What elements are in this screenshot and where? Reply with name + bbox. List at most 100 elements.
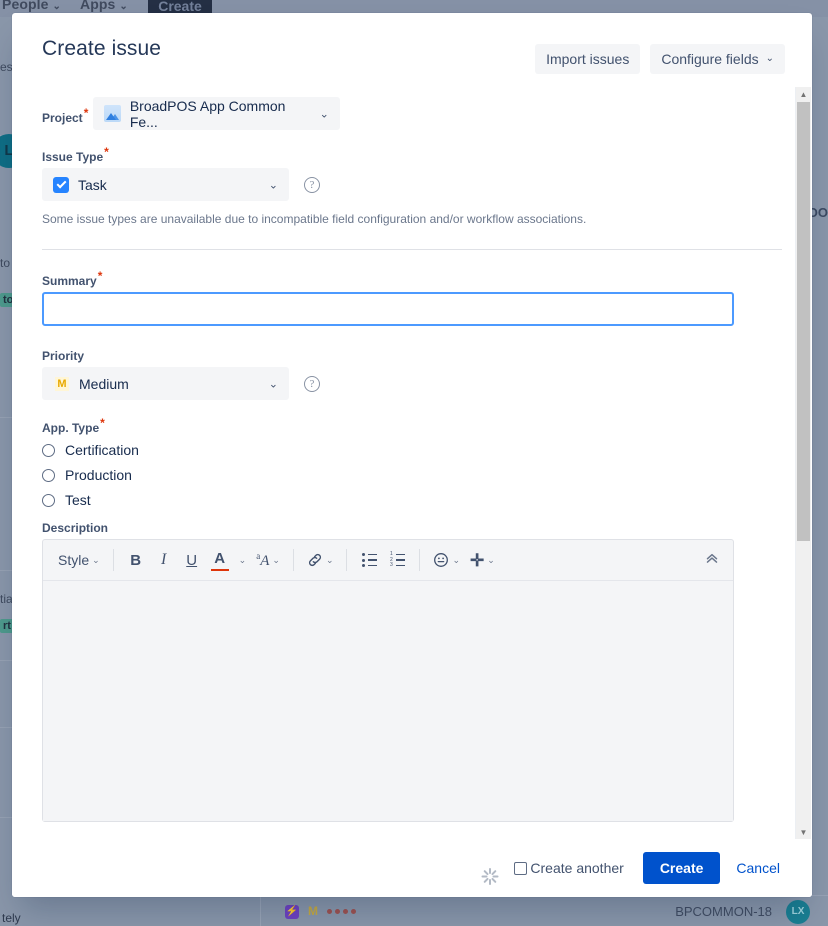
text-color-dropdown-caret[interactable]: ⌄ [235,547,251,573]
required-marker: * [83,106,89,120]
import-issues-button[interactable]: Import issues [535,44,641,74]
collapse-toolbar-button[interactable] [704,551,720,570]
scrollbar-down-arrow[interactable]: ▼ [796,825,811,839]
bullet-list-icon [361,553,377,567]
rte-toolbar: Style ⌄ B I U A ⌄ aA ⌄ ⌄ 1 2 3 ⌄ ✛ ⌄ [43,540,733,581]
chevron-down-icon: ⌄ [268,378,278,390]
scrollbar-thumb[interactable] [797,102,810,541]
issue-type-row: Task ⌄ ? [42,168,782,201]
project-select-wrap: BroadPOS App Common Fe... ⌄ [92,97,340,130]
bullet-list-button[interactable] [356,547,382,573]
description-textarea[interactable] [43,581,733,821]
style-dropdown-button[interactable]: Style ⌄ [54,547,104,573]
radio-icon[interactable] [42,468,55,482]
link-button[interactable]: ⌄ [303,547,338,573]
chevron-down-icon: ⌄ [452,554,461,565]
field-project: Project* BroadPOS App Common Fe... ⌄ [42,97,782,130]
chevron-down-icon: ⌄ [325,554,334,565]
required-marker: * [104,145,109,159]
avatar: LX [786,900,810,924]
chevron-down-icon: ⌄ [272,554,280,565]
priority-row: M Medium ⌄ ? [42,367,782,400]
chevrons-up-icon [706,553,718,563]
create-another-checkbox[interactable]: Create another [514,860,624,876]
issue-type-select-value: Task [78,176,107,193]
nav-item-people[interactable]: People ⌄ [2,0,61,12]
italic-button[interactable]: I [151,547,177,573]
background-text: tia [0,592,13,606]
more-formatting-button[interactable]: aA ⌄ [252,547,284,573]
description-rich-text-editor: Style ⌄ B I U A ⌄ aA ⌄ ⌄ 1 2 3 ⌄ ✛ ⌄ [42,539,734,822]
chevron-down-icon: ⌄ [52,1,61,12]
required-marker: * [97,269,103,283]
project-select[interactable]: BroadPOS App Common Fe... ⌄ [92,97,340,130]
bold-button[interactable]: B [123,547,149,573]
create-another-label: Create another [530,860,624,876]
app-type-option-label: Test [65,492,91,508]
app-type-option-label: Certification [65,442,139,458]
style-label: Style [58,552,90,568]
chevron-down-icon: ⌄ [487,554,495,565]
create-button[interactable]: Create [642,852,721,884]
field-priority: Priority M Medium ⌄ ? [42,347,782,400]
issue-type-label: Issue Type* [42,146,109,164]
cancel-button[interactable]: Cancel [730,852,786,884]
help-icon[interactable]: ? [304,375,320,392]
insert-button[interactable]: ✛ ⌄ [466,547,499,573]
import-issues-label: Import issues [546,51,630,67]
create-issue-dialog: Create issue Import issues Configure fie… [12,13,812,897]
issue-type-hint: Some issue types are unavailable due to … [42,212,587,226]
radio-icon[interactable] [42,443,55,457]
divider [260,896,261,926]
divider [419,549,421,571]
scrollbar-up-arrow[interactable]: ▲ [796,87,811,101]
dialog-footer: Create another Create Cancel [12,839,812,897]
background-text: es [0,60,13,74]
description-label: Description [42,521,109,535]
more-formatting-letter: A [260,552,270,569]
chevron-down-icon: ⌄ [238,554,247,565]
app-type-option-label: Production [65,467,132,483]
priority-medium-icon: M [55,376,69,391]
dialog-header: Create issue Import issues Configure fie… [12,13,812,87]
background-text: tely [2,911,21,925]
chevron-down-icon: ⌄ [119,1,128,12]
nav-item-apps[interactable]: Apps ⌄ [80,0,128,12]
summary-label: Summary* [42,270,102,288]
summary-input[interactable] [42,292,734,326]
issue-type-select[interactable]: Task ⌄ [42,168,289,201]
app-type-option-production[interactable]: Production [42,467,782,483]
divider [346,549,348,571]
priority-label: Priority [42,349,85,363]
lightning-icon: ⚡ [285,905,299,919]
configure-fields-button[interactable]: Configure fields ⌄ [650,44,785,74]
help-icon[interactable]: ? [304,176,320,193]
plus-icon: ✛ [470,550,485,570]
chevron-down-icon: ⌄ [268,179,278,191]
dialog-body: Project* BroadPOS App Common Fe... ⌄ Iss… [12,87,812,839]
issue-type-label-text: Issue Type [42,150,104,164]
field-issue-type: Issue Type* Task ⌄ ? Some issue types ar… [42,146,782,226]
text-color-button[interactable]: A [207,547,233,573]
divider [112,549,114,571]
numbered-list-icon: 123 [390,552,405,568]
summary-label-text: Summary [42,274,97,288]
dialog-scrollbar[interactable]: ▲ ▼ [795,87,811,839]
app-type-option-certification[interactable]: Certification [42,442,782,458]
numbered-list-button[interactable]: 123 [384,547,410,573]
radio-icon[interactable] [42,493,55,507]
app-type-option-test[interactable]: Test [42,492,782,508]
field-description: Description Style ⌄ B I U A ⌄ aA ⌄ ⌄ 1 2… [42,519,782,822]
field-app-type: App. Type* Certification Production Test [42,417,782,508]
underline-button[interactable]: U [179,547,205,573]
nav-item-apps-label: Apps [80,0,116,12]
emoji-button[interactable]: ⌄ [429,547,464,573]
loading-spinner-icon [480,860,499,885]
nav-item-people-label: People [2,0,49,12]
priority-select[interactable]: M Medium ⌄ [42,367,289,400]
app-type-label-text: App. Type [42,421,100,435]
checkbox-icon[interactable] [514,861,528,875]
more-formatting-glyph: aA [256,551,269,570]
chevron-down-icon: ⌄ [319,108,329,120]
app-type-label: App. Type* [42,417,105,435]
